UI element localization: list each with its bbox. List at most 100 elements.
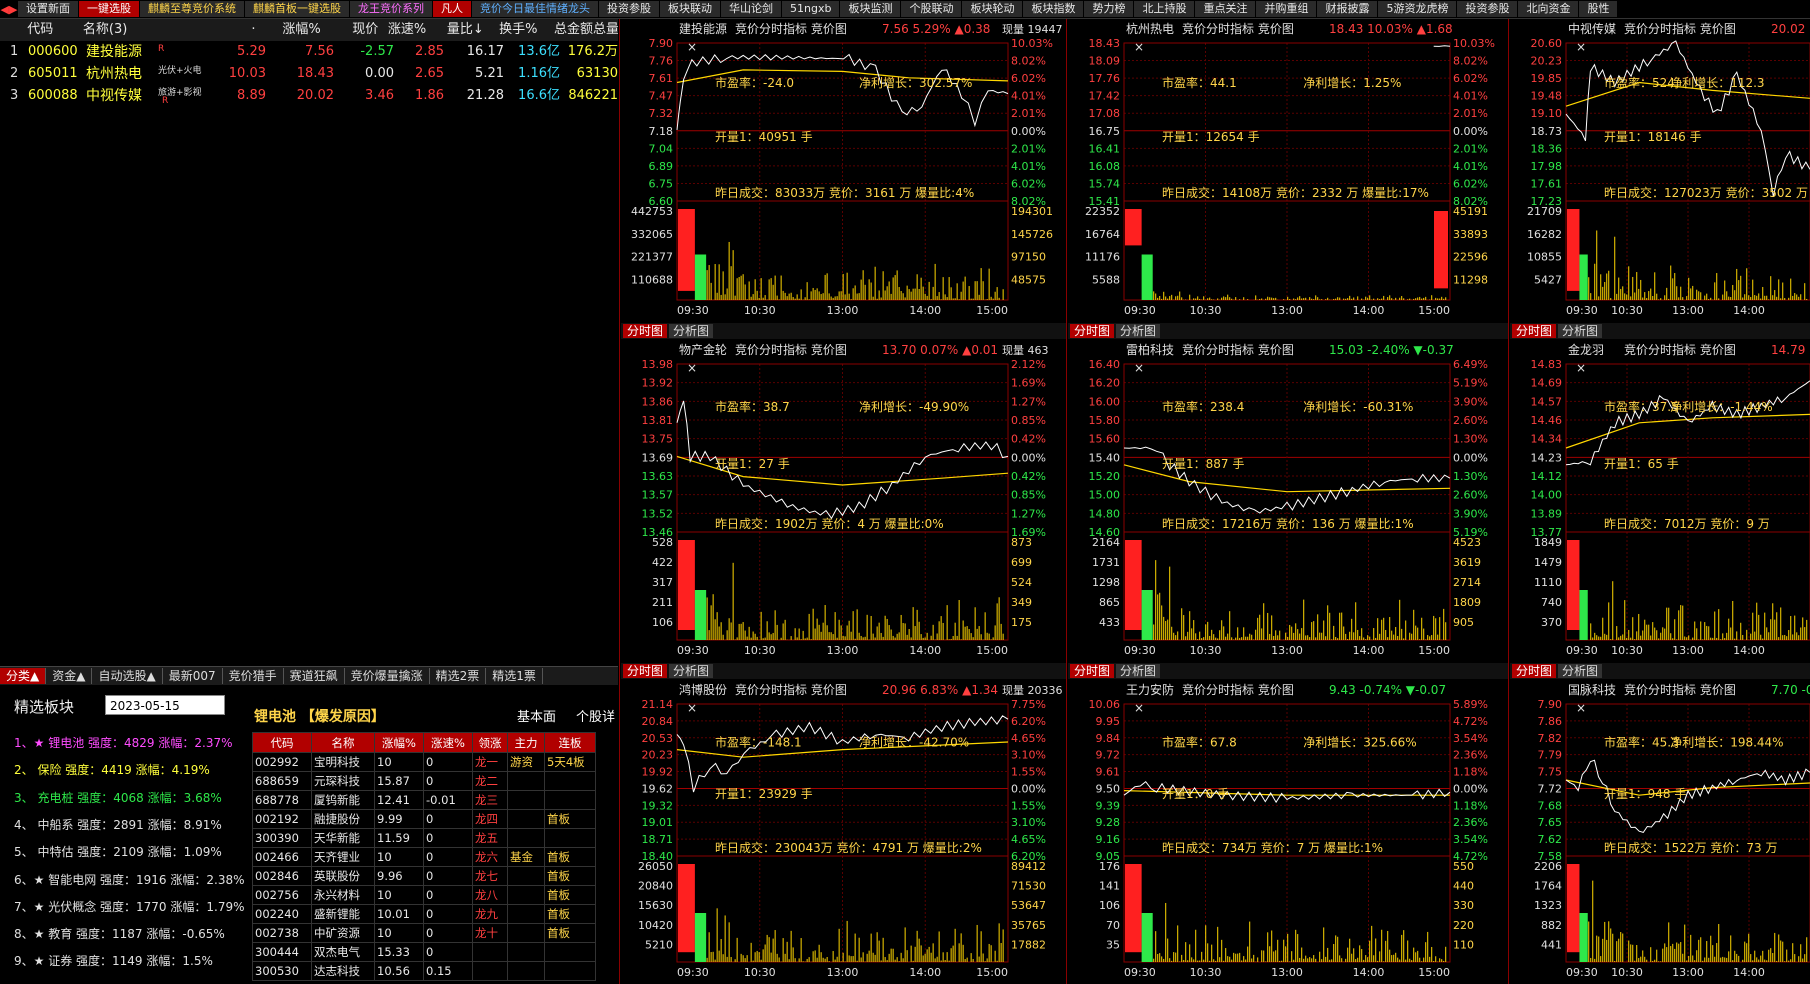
quote-row[interactable]: 1 000600 建投能源 R 5.29 7.56 -2.57 2.85 16.17 13.6亿 1… (0, 41, 618, 63)
reason-row[interactable]: 002466 天齐锂业 10 0 龙六 基金 首板 (252, 847, 596, 867)
intraday-chart-panel[interactable]: 分时图 分析图 雷柏科技 竞价分时指标 竞价图 15.03 -2.40% ▼-0.37 ×… (1066, 322, 1508, 662)
open-volume-label: 开量1：0 手 (1162, 787, 1229, 801)
top-tab[interactable]: 势力榜 (1084, 1, 1135, 17)
top-tab[interactable]: 北上持股 (1134, 1, 1196, 17)
top-tab[interactable]: 龙王竞价系列 (350, 1, 433, 17)
quote-header-cell[interactable]: 换手% (484, 19, 537, 41)
quote-header-cell[interactable]: 量比↓ (426, 19, 484, 41)
reason-row[interactable]: 002240 盛新锂能 10.01 0 龙九 首板 (252, 904, 596, 924)
quote-row[interactable]: 2 605011 杭州热电 光伏+火电 10.03 18.43 0.00 2.65 5.21 1.… (0, 63, 618, 85)
intraday-chart-panel[interactable]: 分时图 分析图 物产金轮 竞价分时指标 竞价图 13.70 0.07% ▲0.01 现量 … (619, 322, 1066, 662)
bottom-tab[interactable]: 分类▲ (0, 668, 47, 684)
top-tab[interactable]: 华山论剑 (721, 1, 782, 17)
reason-row[interactable]: 300390 天华新能 11.59 0 龙五 (252, 828, 596, 848)
intraday-chart-panel[interactable]: 建投能源 竞价分时指标 竞价图 7.56 5.29% ▲0.38 现量 19447 × 7… (619, 19, 1066, 322)
volume-tick: 20840 (638, 880, 673, 893)
quote-header-cell[interactable]: 名称(3) (83, 19, 187, 41)
reason-row[interactable]: 300530 达志科技 10.56 0.15 (252, 961, 596, 981)
sector-item[interactable]: 8、★ 教育 强度：1187 涨幅：-0.65% (14, 925, 225, 942)
reason-header-cell[interactable]: 主力 (507, 732, 545, 753)
top-tab[interactable]: 一键选股 (79, 1, 140, 17)
price-tick: 19.32 (642, 799, 674, 812)
reason-header-cell[interactable]: 涨速% (423, 732, 473, 753)
top-tab[interactable]: 麒麟首板一键选股 (245, 1, 350, 17)
detail-button[interactable]: 个股详 (576, 706, 615, 725)
bottom-tab[interactable]: 赛道狂飙 (284, 668, 345, 684)
top-tab[interactable]: 凡人 (433, 1, 472, 17)
stock-name-label: 雷柏科技 (1126, 342, 1174, 357)
top-tab[interactable]: 个股联动 (901, 1, 963, 17)
top-tab[interactable]: 板块联动 (660, 1, 721, 17)
sector-item[interactable]: 2、 保险 强度：4419 涨幅：4.19% (14, 761, 210, 778)
reason-row[interactable]: 002738 中矿资源 10 0 龙十 首板 (252, 923, 596, 943)
intraday-chart-panel[interactable]: 分时图分析图金龙羽 竞价分时指标 竞价图 14.79 3.94% × 14.83 14.6… (1508, 322, 1810, 662)
sector-item[interactable]: 3、 充电桩 强度：4068 涨幅：3.68% (14, 789, 222, 806)
sector-item[interactable]: 4、 中船系 强度：2891 涨幅：8.91% (14, 816, 222, 833)
quote-header-cell[interactable]: 代码 (27, 19, 83, 41)
top-tab[interactable]: 51ngxb (782, 1, 841, 17)
bottom-tab[interactable]: 精选1票 (486, 668, 543, 684)
top-tab[interactable]: 并购重组 (1256, 1, 1318, 17)
reason-header-cell[interactable]: 领涨 (472, 732, 508, 753)
top-tab[interactable]: 麒麟至尊竞价系统 (140, 1, 245, 17)
top-tab[interactable]: 投资参股 (599, 1, 660, 17)
reason-row[interactable]: 002192 融捷股份 9.99 0 龙四 首板 (252, 809, 596, 829)
sector-item[interactable]: 5、 中特估 强度：2109 涨幅：1.09% (14, 843, 222, 860)
top-tab[interactable]: 投资参股 (1457, 1, 1519, 17)
top-tab[interactable]: 财报披露 (1317, 1, 1379, 17)
reason-row[interactable]: 688659 元琛科技 15.87 0 龙二 (252, 771, 596, 791)
quote-header-cell[interactable] (0, 19, 27, 41)
quote-header-cell[interactable]: 现价 (321, 19, 378, 41)
reason-row[interactable]: 688778 厦钨新能 12.41 -0.01 龙三 (252, 790, 596, 810)
top-tab[interactable]: 竞价今日最佳情绪龙头 (472, 1, 599, 17)
intraday-chart-panel[interactable]: 分时图 分析图 王力安防 竞价分时指标 竞价图 9.43 -0.74% ▼-0.07 × 1… (1066, 662, 1508, 984)
bottom-tab[interactable]: 最新007 (163, 668, 223, 684)
close-icon: × (1576, 361, 1586, 375)
date-picker[interactable]: 2023-05-15 (105, 695, 225, 715)
tab-scroll-left-icon[interactable]: ◀▶ (0, 3, 18, 16)
reason-header-cell[interactable]: 代码 (252, 732, 312, 753)
sector-item[interactable]: 6、★ 智能电网 强度：1916 涨幅：2.38% (14, 871, 245, 888)
top-tab[interactable]: 设置新面 (18, 1, 79, 17)
bottom-tab[interactable]: 精选2票 (430, 668, 487, 684)
bottom-tab[interactable]: 资金▲ (46, 668, 93, 684)
top-tab[interactable]: 板块轮动 (962, 1, 1024, 17)
sector-panel: 精选板块 2023-05-15 1、★ 锂电池 强度：4829 涨幅：2.37%… (0, 686, 245, 984)
quote-row[interactable]: 3 600088 中视传媒 旅游+影视 R 8.89 20.02 3.46 1.86 21.28 1… (0, 85, 618, 107)
intraday-chart-panel[interactable]: 中视传媒竞价分时指标 竞价图 20.02 6.89% ▲ × 20.60 20.23 19… (1508, 19, 1810, 322)
reason-row[interactable]: 002846 英联股份 9.96 0 龙七 首板 (252, 866, 596, 886)
bottom-tab[interactable]: 自动选股▲ (92, 668, 163, 684)
sector-item[interactable]: 1、★ 锂电池 强度：4829 涨幅：2.37% (14, 734, 233, 751)
volume-tick-right: 524 (1011, 576, 1032, 589)
fenxi-tab-label: 分析图 (1120, 324, 1156, 338)
sector-item[interactable]: 7、★ 光伏概念 强度：1770 涨幅：1.79% (14, 898, 245, 915)
reason-cell: 002756 (252, 885, 312, 905)
reason-row[interactable]: 002992 宝明科技 10 0 龙一 游资 5天4板 (252, 752, 596, 772)
quote-header-cell[interactable]: 涨幅% (256, 19, 320, 41)
top-tab[interactable]: 板块监测 (840, 1, 902, 17)
top-tab[interactable]: 5游资龙虎榜 (1378, 1, 1458, 17)
open-volume-label: 开量1：18146 手 (1604, 130, 1702, 144)
intraday-chart-panel[interactable]: 分时图分析图国脉科技竞价分时指标 竞价图 7.70 -0.26% × 7.90 7.86… (1508, 662, 1810, 984)
top-tab[interactable]: 北向资金 (1518, 1, 1580, 17)
quote-header-cell[interactable]: · (186, 19, 255, 41)
top-tab[interactable]: 板块指数 (1023, 1, 1085, 17)
bottom-tab[interactable]: 竞价猎手 (223, 668, 284, 684)
reason-header-cell[interactable]: 名称 (311, 732, 375, 753)
reason-row[interactable]: 300444 双杰电气 15.33 0 (252, 942, 596, 962)
top-tab[interactable]: 股性 (1579, 1, 1619, 17)
basic-button[interactable]: 基本面 (517, 706, 556, 725)
quote-header-cell[interactable]: 涨速% (378, 19, 426, 41)
pct-tick: 4.01% (1011, 160, 1046, 173)
top-tab[interactable]: 重点关注 (1195, 1, 1257, 17)
quote-header-cell[interactable]: 总金额 (537, 19, 593, 41)
intraday-chart-panel[interactable]: 杭州热电 竞价分时指标 竞价图 18.43 10.03% ▲1.68 × 18.43 10… (1066, 19, 1508, 322)
intraday-chart-panel[interactable]: 分时图 分析图 鸿博股份 竞价分时指标 竞价图 20.96 6.83% ▲1.34 现量 … (619, 662, 1066, 984)
reason-row[interactable]: 002756 永兴材料 10 0 龙八 首板 (252, 885, 596, 905)
bottom-tab[interactable]: 竞价爆量擒涨 (345, 668, 430, 684)
reason-header-cell[interactable]: 连板 (544, 732, 596, 753)
reason-header-cell[interactable]: 涨幅% (374, 732, 424, 753)
volume-tick-right: 45191 (1453, 205, 1488, 218)
sector-item[interactable]: 9、★ 证券 强度：1149 涨幅：1.5% (14, 952, 213, 969)
quote-header-cell[interactable]: 总量 (593, 19, 618, 41)
